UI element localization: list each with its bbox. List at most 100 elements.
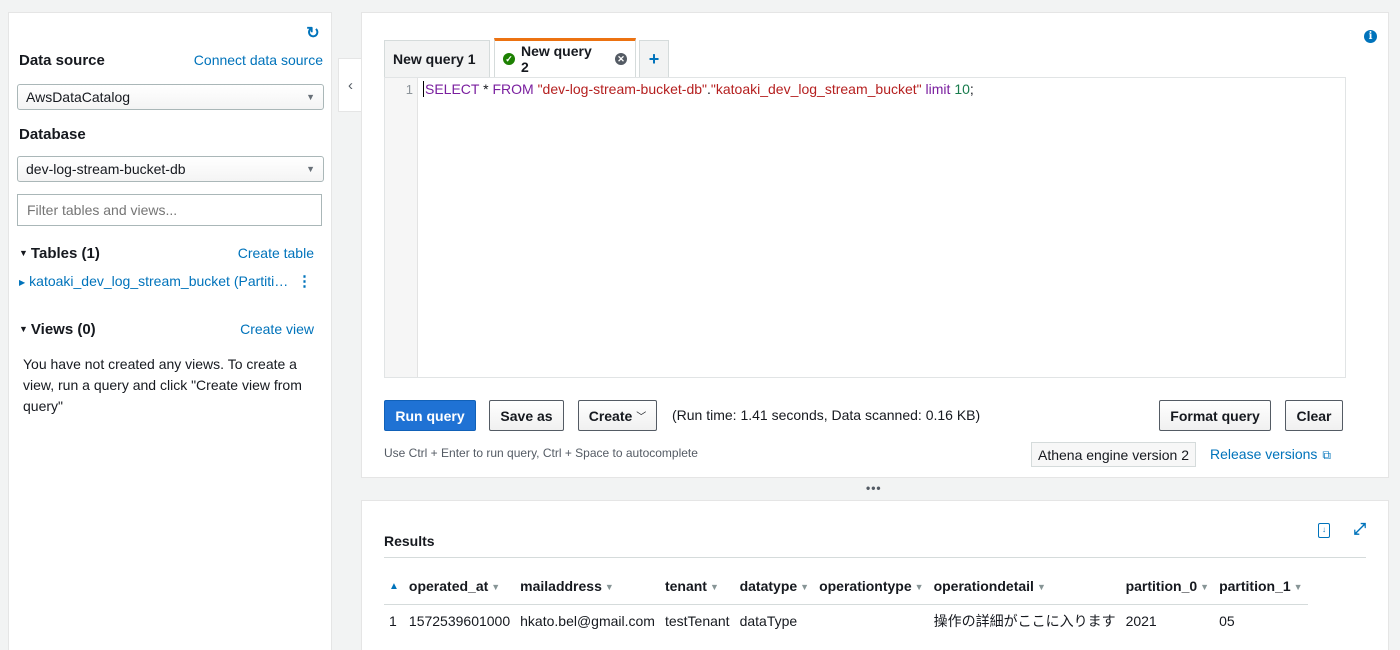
collapse-sidebar-button[interactable]: ‹ (338, 58, 362, 112)
views-toggle[interactable]: ▼ Views (0) (19, 321, 96, 338)
column-header-datatype[interactable]: datatype ▼ (735, 574, 815, 605)
info-icon[interactable]: i (1364, 30, 1377, 43)
divider (384, 557, 1366, 558)
tables-header: ▼ Tables (1) Create table (19, 245, 323, 262)
chevron-left-icon: ‹ (348, 76, 353, 94)
sort-icon: ▼ (491, 582, 501, 592)
run-info: (Run time: 1.41 seconds, Data scanned: 0… (672, 407, 981, 423)
column-header-partition_0[interactable]: partition_0 ▼ (1121, 574, 1215, 605)
database-header: Database (19, 126, 323, 143)
row-number: 1 (389, 613, 397, 629)
column-header-operationdetail[interactable]: operationdetail ▼ (929, 574, 1121, 605)
caret-down-icon: ▼ (19, 248, 28, 258)
table-cell: 操作の詳細がここに入ります (933, 613, 1116, 629)
create-table-link[interactable]: Create table (238, 245, 314, 261)
table-cell: 05 (1219, 613, 1235, 629)
format-query-button[interactable]: Format query (1159, 400, 1271, 431)
code-line[interactable]: SELECT * FROM "dev-log-stream-bucket-db"… (423, 81, 974, 97)
sort-asc-icon[interactable]: ▲ (384, 574, 404, 605)
chevron-down-icon: ▼ (306, 92, 315, 102)
chevron-down-icon: ▼ (306, 164, 315, 174)
column-header-operated_at[interactable]: operated_at ▼ (404, 574, 515, 605)
table-cell: testTenant (664, 613, 730, 629)
tab-label: New query 1 (393, 51, 476, 67)
release-label: Release versions (1210, 446, 1318, 462)
sort-icon: ▼ (604, 582, 614, 592)
table-header-row: ▲ operated_at ▼ mailaddress ▼ tenant ▼ datatyp… (384, 574, 1308, 605)
engine-version-badge: Athena engine version 2 (1031, 442, 1196, 467)
table-cell: 2021 (1125, 613, 1157, 629)
tab-label: New query 2 (520, 43, 592, 75)
refresh-icon[interactable]: ↻ (305, 26, 321, 42)
line-number: 1 (405, 82, 413, 97)
column-header-mailaddress[interactable]: mailaddress ▼ (515, 574, 660, 605)
close-tab-icon[interactable]: ✕ (615, 53, 628, 65)
table-row: 1 1572539601000 hkato.bel@gmail.com testTen… (384, 605, 1308, 638)
sort-icon: ▼ (800, 582, 810, 592)
sort-icon: ▼ (1293, 582, 1303, 592)
results-table: ▲ operated_at ▼ mailaddress ▼ tenant ▼ datatyp… (384, 574, 1308, 637)
database-select[interactable]: dev-log-stream-bucket-db ▼ (17, 156, 324, 182)
create-button[interactable]: Create ﹀ (578, 400, 657, 431)
plus-icon: + (648, 48, 660, 69)
views-empty-message: You have not created any views. To creat… (23, 356, 302, 414)
code-keyword: limit (925, 81, 951, 97)
column-label: datatype (739, 578, 798, 594)
add-tab-button[interactable]: + (639, 40, 669, 77)
column-header-tenant[interactable]: tenant ▼ (660, 574, 735, 605)
column-header-operationtype[interactable]: operationtype ▼ (814, 574, 929, 605)
code-text: ; (969, 81, 974, 97)
data-source-select[interactable]: AwsDataCatalog ▼ (17, 84, 324, 110)
clear-button[interactable]: Clear (1285, 400, 1343, 431)
table-cell: dataType (739, 613, 798, 629)
tables-toggle[interactable]: ▼ Tables (1) (19, 245, 100, 262)
results-title: Results (384, 533, 435, 549)
data-source-label: Data source (19, 52, 105, 69)
column-header-partition_1[interactable]: partition_1 ▼ (1214, 574, 1308, 605)
table-cell (814, 605, 929, 638)
keyboard-hint: Use Ctrl + Enter to run query, Ctrl + Sp… (384, 446, 698, 460)
query-editor-panel: i New query 1 ✓ New query 2 ✕ + 1 SELECT… (361, 12, 1389, 478)
sort-icon: ▼ (914, 582, 924, 592)
check-circle-icon: ✓ (503, 53, 515, 65)
left-panel: ↻ Data source Connect data source AwsDat… (8, 12, 332, 650)
line-gutter: 1 (385, 78, 418, 377)
resize-handle[interactable]: ••• (866, 481, 882, 495)
table-cell: hkato.bel@gmail.com (520, 613, 655, 629)
views-label: Views (0) (30, 321, 96, 338)
caret-right-icon: ▶ (19, 278, 26, 287)
tab-new-query-2[interactable]: ✓ New query 2 ✕ (494, 38, 636, 77)
connect-data-source-link[interactable]: Connect data source (194, 52, 323, 68)
tab-new-query-1[interactable]: New query 1 (384, 40, 490, 77)
expand-icon[interactable]: ⤢ (1353, 521, 1366, 539)
create-view-link[interactable]: Create view (240, 321, 314, 337)
sql-editor[interactable]: 1 SELECT * FROM "dev-log-stream-bucket-d… (384, 77, 1346, 378)
external-link-icon: ⧉ (1322, 448, 1331, 462)
column-label: tenant (664, 578, 707, 594)
code-keyword: SELECT (425, 81, 480, 97)
code-string: "dev-log-stream-bucket-db" (537, 81, 708, 97)
column-label: operated_at (408, 578, 489, 594)
more-options-icon[interactable]: ⋮ (297, 272, 312, 290)
code-string: "katoaki_dev_log_stream_bucket" (710, 81, 922, 97)
sort-icon: ▼ (709, 582, 719, 592)
release-versions-link[interactable]: Release versions ⧉ (1210, 446, 1331, 463)
download-icon[interactable]: ↓ (1318, 523, 1330, 538)
code-number: 10 (954, 81, 970, 97)
filter-tables-input[interactable] (17, 194, 322, 226)
table-name: katoaki_dev_log_stream_bucket (Partiti… (29, 273, 289, 289)
caret-down-icon: ▼ (19, 324, 28, 334)
database-value: dev-log-stream-bucket-db (26, 161, 186, 177)
table-body: 1 1572539601000 hkato.bel@gmail.com testTen… (384, 605, 1308, 638)
column-label: partition_0 (1125, 578, 1198, 594)
column-label: operationdetail (933, 578, 1034, 594)
tables-label: Tables (1) (30, 245, 100, 262)
results-panel: Results ↓ ⤢ ▲ operated_at ▼ mailaddress ▼ te… (361, 500, 1389, 650)
save-as-button[interactable]: Save as (489, 400, 564, 431)
views-header: ▼ Views (0) Create view (19, 321, 323, 338)
run-query-button[interactable]: Run query (384, 400, 476, 431)
column-label: operationtype (819, 578, 912, 594)
sort-icon: ▼ (1200, 582, 1210, 592)
table-list-item[interactable]: ▶ katoaki_dev_log_stream_bucket (Partiti… (19, 273, 288, 289)
code-keyword: FROM (492, 81, 534, 97)
